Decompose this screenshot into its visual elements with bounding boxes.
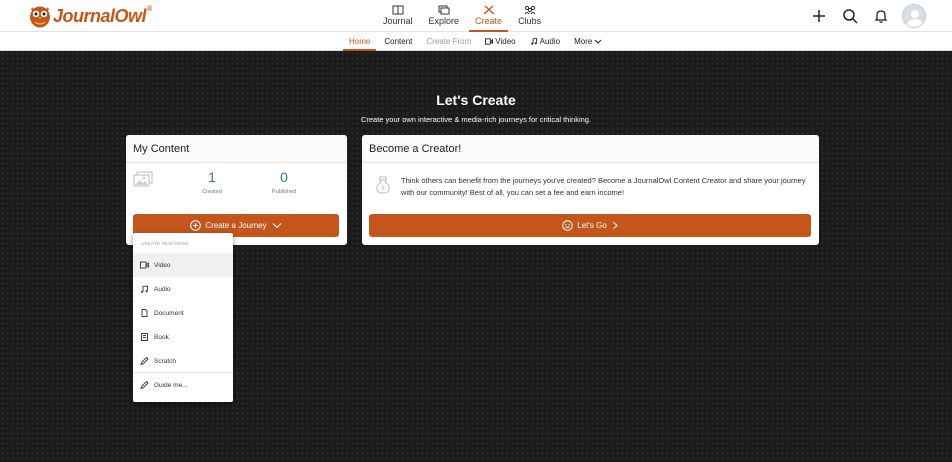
main-nav: Journal Explore Create Clubs — [375, 0, 549, 32]
subnav-content[interactable]: Content — [377, 32, 419, 51]
chevron-down-icon — [594, 39, 602, 44]
dropdown-item-book[interactable]: Book — [133, 325, 233, 349]
subnav-more[interactable]: More — [567, 32, 609, 51]
dropdown-item-audio[interactable]: Audio — [133, 277, 233, 301]
music-note-icon — [530, 38, 537, 45]
sub-nav-bar: Home Content Create From Video Audio Mor… — [0, 32, 952, 51]
explore-icon — [438, 5, 450, 15]
page-subtitle: Create your own interactive & media-rich… — [360, 115, 592, 124]
create-icon — [483, 5, 494, 15]
subnav-home[interactable]: Home — [342, 32, 377, 51]
published-count: 0 — [280, 169, 288, 185]
search-icon — [843, 9, 858, 24]
notifications-button[interactable] — [871, 6, 891, 26]
chevron-down-icon — [272, 223, 282, 229]
dropdown-item-scratch[interactable]: Scratch — [133, 349, 233, 373]
subnav-audio[interactable]: Audio — [523, 32, 567, 51]
media-gallery-icon — [133, 171, 153, 187]
subnav-video[interactable]: Video — [478, 32, 522, 51]
created-count: 1 — [208, 169, 216, 185]
page-title: Let's Create — [436, 92, 516, 108]
nav-journal[interactable]: Journal — [375, 0, 421, 32]
create-from-dropdown: CREATE NEW FROM Video Audio Document Boo… — [133, 233, 233, 402]
pencil-icon — [140, 357, 149, 365]
top-header: JournalOwl® Journal Explore Create Clubs — [0, 0, 952, 32]
plus-circle-icon — [190, 220, 202, 231]
svg-text:$: $ — [381, 186, 385, 192]
chevron-right-icon — [612, 221, 618, 230]
created-label: Created — [202, 189, 222, 195]
pencil-icon — [140, 381, 149, 389]
logo-text: JournalOwl® — [53, 5, 152, 26]
creator-description: Think others can benefit from the journe… — [401, 176, 806, 197]
video-icon — [140, 261, 149, 269]
plus-icon — [813, 10, 825, 22]
money-bag-icon: $ — [376, 176, 390, 194]
subnav-create-from-label: Create From — [426, 37, 472, 46]
add-button[interactable] — [809, 6, 829, 26]
dropdown-heading: CREATE NEW FROM — [141, 241, 189, 246]
published-label: Published — [271, 189, 297, 195]
clubs-icon — [524, 5, 535, 15]
search-button[interactable] — [840, 6, 860, 26]
my-content-title: My Content — [126, 135, 347, 163]
stat-created-block: 1 Created — [192, 169, 232, 195]
nav-explore[interactable]: Explore — [421, 0, 468, 32]
become-creator-title: Become a Creator! — [362, 135, 819, 163]
dropdown-item-document[interactable]: Document — [133, 301, 233, 325]
nav-clubs[interactable]: Clubs — [510, 0, 549, 32]
bell-icon — [874, 10, 888, 23]
become-creator-card: Become a Creator! $ Think others can ben… — [362, 135, 819, 245]
stat-published-block: 0 Published — [263, 169, 305, 195]
owl-logo-icon — [30, 6, 50, 28]
my-content-card: My Content 1 Created 0 Published Create … — [126, 135, 347, 245]
journalowl-logo[interactable]: JournalOwl® — [29, 4, 152, 28]
music-note-icon — [140, 285, 148, 293]
dropdown-item-video[interactable]: Video — [133, 253, 233, 277]
smiley-icon — [562, 220, 574, 231]
book-icon — [141, 333, 148, 341]
lets-go-button[interactable]: Let's Go — [369, 214, 811, 237]
header-actions — [798, 4, 926, 28]
dropdown-item-guide-me[interactable]: Guide me... — [133, 373, 233, 397]
sub-nav: Home Content Create From Video Audio Mor… — [342, 32, 609, 51]
journal-icon — [392, 5, 404, 15]
video-icon — [485, 38, 494, 45]
nav-create[interactable]: Create — [467, 0, 510, 32]
content-stats — [126, 163, 347, 208]
document-icon — [141, 309, 148, 317]
avatar[interactable] — [902, 4, 926, 28]
